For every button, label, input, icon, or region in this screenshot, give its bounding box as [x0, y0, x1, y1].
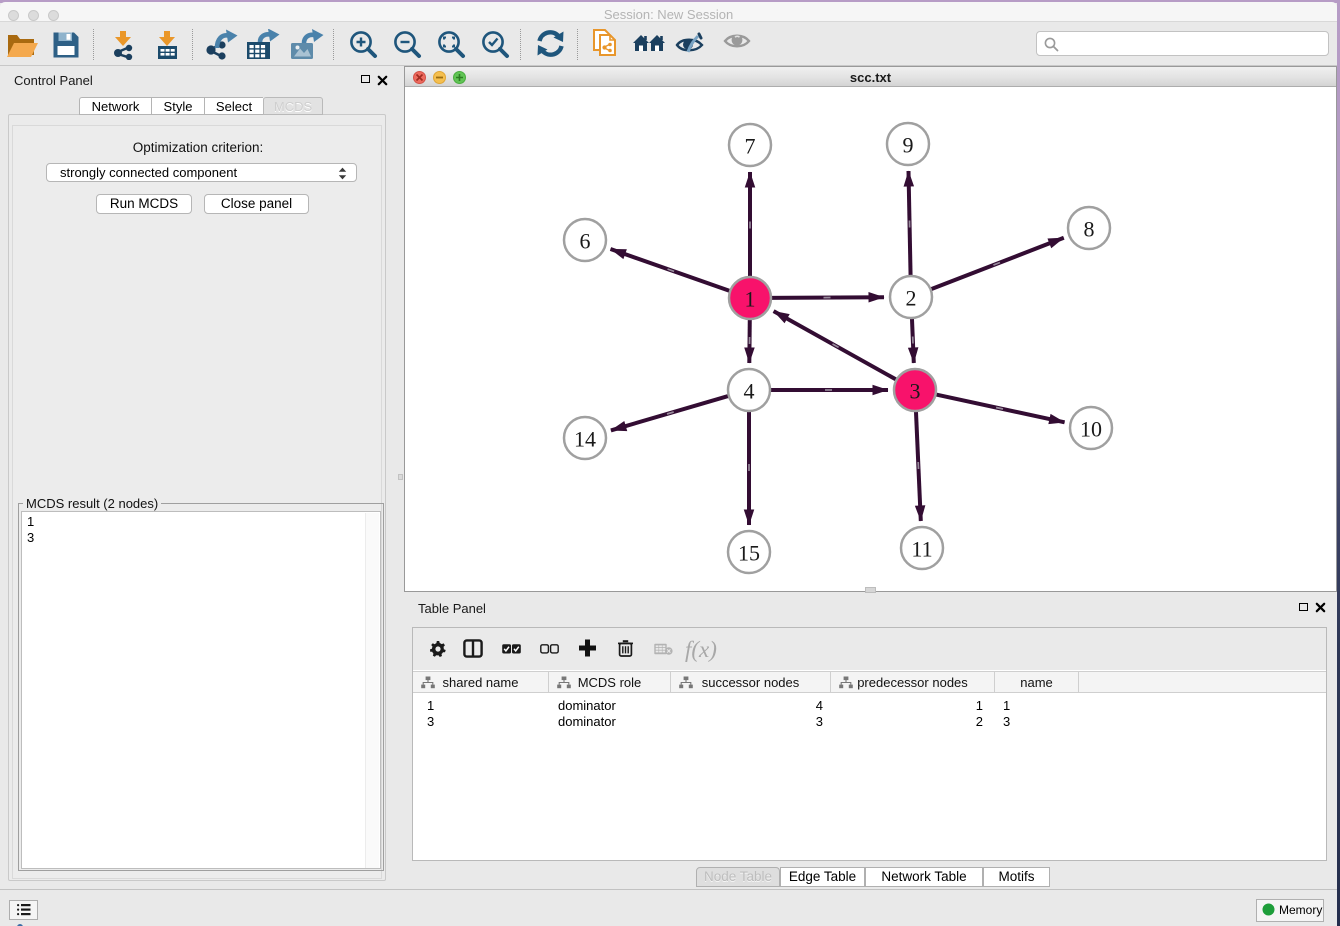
svg-text:9: 9 — [903, 133, 914, 158]
svg-text:7: 7 — [745, 134, 756, 159]
svg-text:3: 3 — [910, 379, 921, 404]
svg-text:8: 8 — [1084, 217, 1095, 242]
svg-text:2: 2 — [906, 286, 917, 311]
svg-text:4: 4 — [744, 379, 755, 404]
svg-text:1: 1 — [745, 287, 756, 312]
svg-text:6: 6 — [580, 229, 591, 254]
svg-text:14: 14 — [574, 427, 596, 452]
svg-text:11: 11 — [911, 537, 932, 562]
svg-text:15: 15 — [738, 541, 760, 566]
svg-text:10: 10 — [1080, 417, 1102, 442]
